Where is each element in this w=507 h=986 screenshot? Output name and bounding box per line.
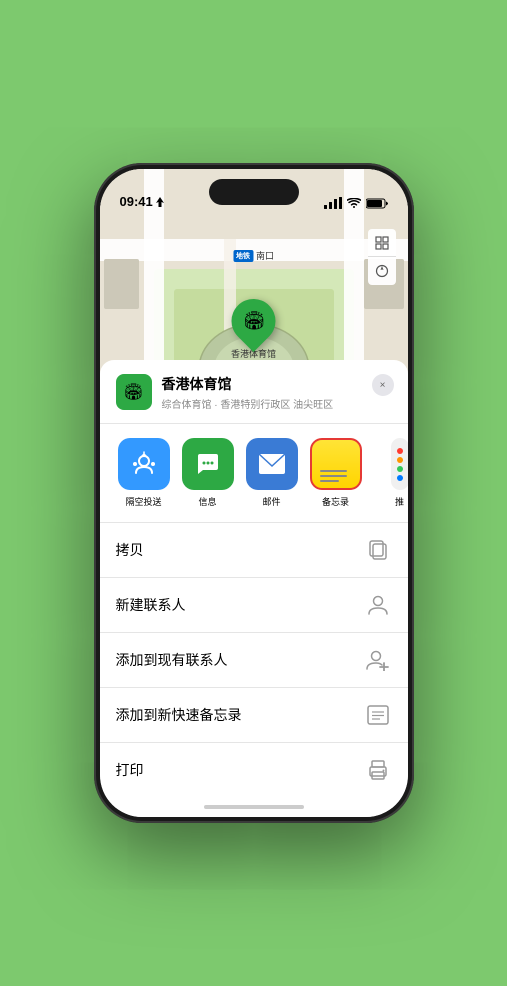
more-label: 推 — [395, 495, 404, 508]
share-item-notes[interactable]: 备忘录 — [308, 438, 364, 508]
subway-label: 地铁 南口 — [233, 249, 274, 262]
venue-icon: 🏟 — [116, 374, 152, 410]
action-add-notes[interactable]: 添加到新快速备忘录 — [100, 688, 408, 743]
venue-subtitle: 综合体育馆 · 香港特别行政区 油尖旺区 — [162, 396, 392, 411]
notes-label: 备忘录 — [322, 495, 349, 508]
action-print[interactable]: 打印 — [100, 743, 408, 797]
mail-icon — [258, 453, 286, 475]
messages-icon — [195, 451, 221, 477]
venue-info: 香港体育馆 综合体育馆 · 香港特别行政区 油尖旺区 — [162, 374, 392, 411]
action-copy-label: 拷贝 — [116, 540, 144, 560]
home-indicator — [204, 805, 304, 809]
add-existing-icon — [364, 646, 392, 674]
share-item-airdrop[interactable]: 隔空投送 — [116, 438, 172, 508]
action-new-contact-label: 新建联系人 — [116, 595, 186, 615]
battery-icon — [366, 198, 388, 209]
location-status-icon — [156, 197, 164, 207]
signal-icon — [324, 197, 342, 209]
add-notes-icon — [364, 701, 392, 729]
pin-inner-icon: 🏟 — [242, 311, 265, 332]
status-icons — [324, 197, 388, 209]
person-svg — [367, 594, 389, 616]
phone-screen: 09:41 — [100, 169, 408, 817]
more-icon-wrap — [391, 438, 408, 490]
status-time: 09:41 — [120, 194, 164, 209]
share-row: 隔空投送 信息 — [100, 424, 408, 523]
wifi-icon — [347, 198, 361, 209]
close-button[interactable]: × — [372, 374, 394, 396]
airdrop-label: 隔空投送 — [125, 495, 161, 508]
notes-icon-wrap — [310, 438, 362, 490]
action-list: 拷贝 新建联系人 — [100, 523, 408, 797]
mail-label: 邮件 — [262, 495, 280, 508]
venue-name: 香港体育馆 — [162, 374, 392, 394]
new-contact-icon — [364, 591, 392, 619]
clock: 09:41 — [120, 194, 153, 209]
action-print-label: 打印 — [116, 760, 144, 780]
share-item-mail[interactable]: 邮件 — [244, 438, 300, 508]
pin-circle: 🏟 — [222, 290, 284, 352]
copy-icon — [364, 536, 392, 564]
bottom-sheet: 🏟 香港体育馆 综合体育馆 · 香港特别行政区 油尖旺区 × — [100, 360, 408, 817]
action-add-notes-label: 添加到新快速备忘录 — [116, 705, 242, 725]
messages-icon-wrap — [182, 438, 234, 490]
share-item-messages[interactable]: 信息 — [180, 438, 236, 508]
action-new-contact[interactable]: 新建联系人 — [100, 578, 408, 633]
action-copy[interactable]: 拷贝 — [100, 523, 408, 578]
subway-badge: 地铁 — [233, 250, 253, 262]
venue-emoji: 🏟 — [123, 382, 143, 402]
phone-frame: 09:41 — [94, 163, 414, 823]
map-type-icon — [375, 236, 389, 250]
printer-svg — [367, 760, 389, 780]
subway-exit-label: 南口 — [256, 249, 274, 262]
share-item-more[interactable]: 推 — [372, 438, 408, 508]
airdrop-icon — [131, 451, 157, 477]
map-type-button[interactable] — [368, 229, 396, 257]
action-add-existing[interactable]: 添加到现有联系人 — [100, 633, 408, 688]
action-add-existing-label: 添加到现有联系人 — [116, 650, 228, 670]
venue-card: 🏟 香港体育馆 综合体育馆 · 香港特别行政区 油尖旺区 × — [100, 360, 408, 424]
map-controls — [368, 229, 396, 285]
print-icon — [364, 756, 392, 784]
map-pin: 🏟 香港体育馆 — [231, 299, 276, 360]
person-plus-svg — [366, 649, 390, 671]
messages-label: 信息 — [198, 495, 216, 508]
copy-svg — [368, 539, 388, 561]
location-button[interactable] — [368, 257, 396, 285]
mail-icon-wrap — [246, 438, 298, 490]
compass-icon — [375, 264, 389, 278]
airdrop-icon-wrap — [118, 438, 170, 490]
note-svg — [367, 705, 389, 725]
dynamic-island — [209, 179, 299, 205]
